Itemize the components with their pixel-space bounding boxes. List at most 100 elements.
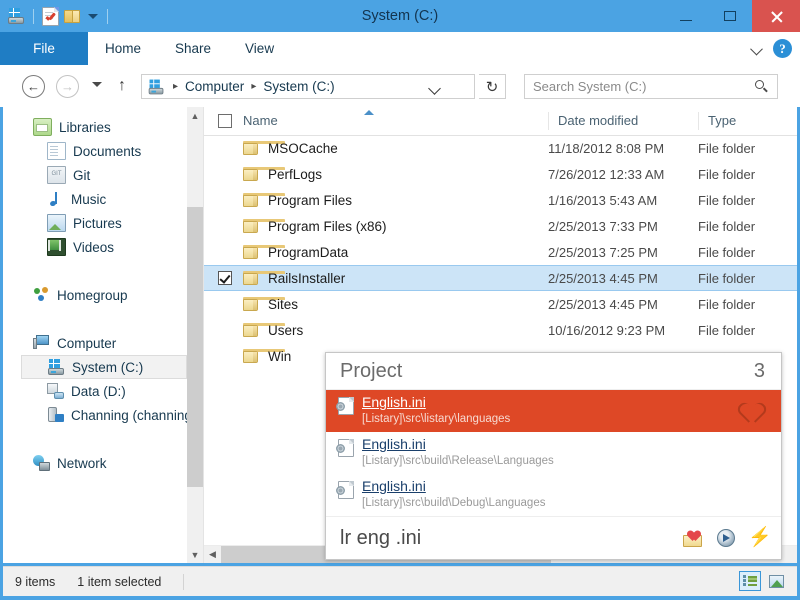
sidebar-item-computer[interactable]: Computer [3,331,187,355]
close-button[interactable] [752,0,800,32]
history-icon[interactable] [717,529,735,547]
favorites-folder-icon[interactable] [683,530,703,547]
large-icons-view-icon [769,575,784,588]
maximize-button[interactable] [708,0,752,32]
minimize-button[interactable] [664,0,708,32]
breadcrumb-separator-1: ▸ [168,81,183,92]
file-name: Program Files (x86) [268,219,387,234]
refresh-button[interactable]: ↻ [479,74,506,99]
sidebar-item-libraries[interactable]: Libraries [3,115,187,139]
computer-icon [33,335,50,351]
sidebar-item-homegroup[interactable]: Homegroup [3,283,187,307]
documents-icon [47,142,66,160]
file-name: Users [268,323,303,338]
table-row[interactable]: Users 10/16/2012 9:23 PM File folder [204,317,797,343]
sidebar-item-git[interactable]: GIT Git [3,163,187,187]
sidebar-item-label: Music [71,192,106,207]
sidebar-item-music[interactable]: Music [3,187,187,211]
sidebar-item-channing[interactable]: Channing (channing [3,403,187,427]
explorer-window: System (C:) File Home Share View ? ← → ↑… [0,0,800,600]
table-row[interactable]: Program Files (x86) 2/25/2013 7:33 PM Fi… [204,213,797,239]
sidebar-item-videos[interactable]: Videos [3,235,187,259]
sidebar-item-documents[interactable]: Documents [3,139,187,163]
sidebar-item-label: Network [57,456,107,471]
sidebar-scrollbar[interactable]: ▲ ▼ [187,107,203,563]
search-input[interactable]: Search System (C:) [533,79,755,94]
list-item[interactable]: English.ini [Listary]\src\build\Debug\La… [326,474,781,516]
search-icon [755,80,769,94]
breadcrumb-dropdown-icon[interactable] [430,82,442,94]
scroll-left-icon[interactable]: ◀ [204,546,221,563]
breadcrumb-drive-icon [149,79,165,94]
network-icon [33,455,50,471]
column-header-date[interactable]: Date modified [548,112,638,130]
file-type: File folder [698,219,755,234]
list-item[interactable]: English.ini [Listary]\src\listary\langua… [326,390,781,432]
tab-file[interactable]: File [0,32,88,65]
file-type: File folder [698,323,755,338]
file-type: File folder [698,167,755,182]
table-row[interactable]: Program Files 1/16/2013 5:43 AM File fol… [204,187,797,213]
folder-icon [243,349,260,363]
list-item[interactable]: English.ini [Listary]\src\build\Release\… [326,432,781,474]
large-icons-view-button[interactable] [765,571,787,591]
result-name[interactable]: English.ini [362,477,767,496]
listary-search-bar[interactable]: lr eng .ini [326,516,781,559]
folder-icon [243,323,260,337]
sidebar-item-system-c[interactable]: System (C:) [21,355,187,379]
tab-home[interactable]: Home [88,32,158,65]
file-type: File folder [698,245,755,260]
status-divider [183,574,184,590]
recent-locations-icon[interactable] [92,80,105,93]
file-date: 10/16/2012 9:23 PM [548,323,665,338]
drive-icon [48,359,65,375]
tab-share[interactable]: Share [158,32,228,65]
row-checkbox[interactable] [218,271,232,285]
details-view-button[interactable] [739,571,761,591]
column-headers: Name Date modified Type [204,107,797,136]
forward-button[interactable]: → [56,75,79,98]
file-date: 2/25/2013 7:33 PM [548,219,658,234]
sidebar-item-pictures[interactable]: Pictures [3,211,187,235]
file-name: RailsInstaller [268,271,345,286]
up-button[interactable]: ↑ [113,76,131,96]
help-icon[interactable]: ? [773,39,792,58]
expand-ribbon-icon[interactable] [750,42,764,56]
network-drive-icon [47,407,64,423]
result-name[interactable]: English.ini [362,435,767,454]
file-name: Program Files [268,193,352,208]
column-header-name[interactable]: Name [243,107,278,135]
result-name[interactable]: English.ini [362,393,767,412]
select-all-checkbox[interactable] [218,114,232,128]
scroll-up-icon[interactable]: ▲ [187,107,203,124]
sidebar-scroll-thumb[interactable] [187,207,203,487]
breadcrumb-item-system-c[interactable]: System (C:) [261,79,336,94]
favorite-heart-icon[interactable] [739,400,765,423]
navigation-tree: Libraries Documents GIT Git Music Pictur… [3,115,187,475]
column-header-type[interactable]: Type [698,112,736,130]
table-row[interactable]: PerfLogs 7/26/2012 12:33 AM File folder [204,161,797,187]
table-row[interactable]: RailsInstaller 2/25/2013 4:45 PM File fo… [204,265,797,291]
table-row[interactable]: Sites 2/25/2013 4:45 PM File folder [204,291,797,317]
listary-group-title: Project [340,360,402,383]
homegroup-icon [33,287,50,303]
quick-commands-icon[interactable] [749,528,767,548]
file-name: MSOCache [268,141,338,156]
sidebar-item-data-d[interactable]: Data (D:) [3,379,187,403]
table-row[interactable]: ProgramData 2/25/2013 7:25 PM File folde… [204,239,797,265]
details-view-icon [743,575,757,587]
breadcrumb[interactable]: ▸ Computer ▸ System (C:) [141,74,475,99]
tab-view[interactable]: View [228,32,291,65]
library-icon [33,118,52,136]
file-name: Win [268,349,291,364]
result-path: [Listary]\src\listary\languages [362,412,767,427]
ini-file-icon [338,439,354,457]
sidebar-item-network[interactable]: Network [3,451,187,475]
listary-search-input[interactable]: lr eng .ini [340,527,683,550]
scroll-down-icon[interactable]: ▼ [187,546,203,563]
back-button[interactable]: ← [22,75,45,98]
folder-icon [243,193,260,207]
search-box[interactable]: Search System (C:) [524,74,778,99]
breadcrumb-item-computer[interactable]: Computer [183,79,246,94]
table-row[interactable]: MSOCache 11/18/2012 8:08 PM File folder [204,135,797,161]
